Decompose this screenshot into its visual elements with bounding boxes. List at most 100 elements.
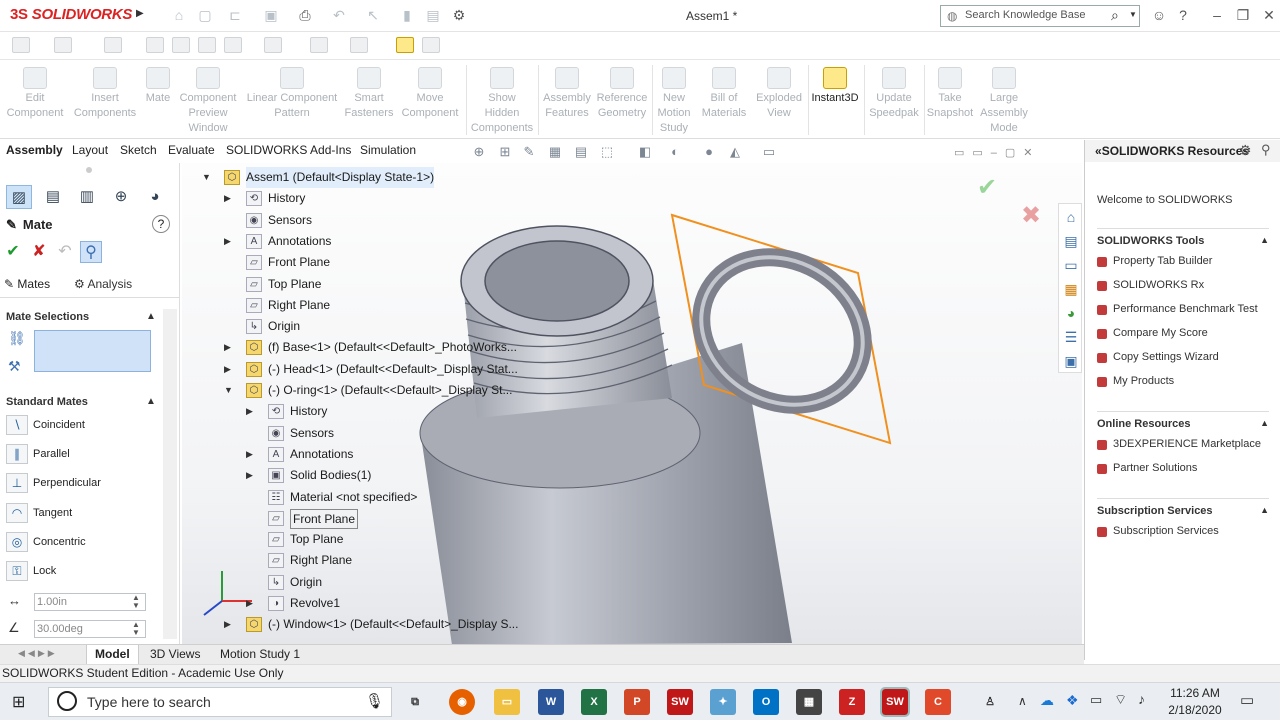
concentric-mate-option[interactable]: ◎ Concentric	[6, 529, 156, 555]
compare-score-link[interactable]: Compare My Score	[1097, 327, 1208, 339]
reference-geometry-button[interactable]: Reference Geometry	[594, 65, 650, 137]
dimxpert-tab-icon[interactable]: ⊕	[108, 185, 134, 209]
partner-solutions-link[interactable]: Partner Solutions	[1097, 462, 1197, 474]
tree-node[interactable]: ▶ ◑ Revolve1	[200, 593, 530, 614]
my-products-link[interactable]: My Products	[1097, 375, 1174, 387]
tree-node[interactable]: ▶ ⟲ History	[200, 188, 530, 209]
collapse-caret-icon[interactable]: ▶	[224, 337, 234, 358]
minimize-window-button[interactable]: –	[1206, 5, 1228, 25]
collapse-caret-icon[interactable]: ▶	[224, 614, 234, 635]
solidworks-active-icon[interactable]: SW	[880, 687, 910, 717]
tree-node[interactable]: ▶ ⬡ (-) Head<1> (Default<<Default>_Display…	[200, 359, 530, 380]
mate-selections-list[interactable]	[34, 330, 151, 372]
file-properties-icon[interactable]: ▤	[424, 7, 442, 24]
expand-caret-icon[interactable]: ▼	[224, 380, 234, 401]
tree-node[interactable]: ☷ Material <not specified>	[200, 487, 530, 508]
tree-node[interactable]: ▱ Right Plane	[200, 295, 530, 316]
outlook-icon[interactable]: O	[753, 689, 779, 715]
pin-icon[interactable]: ⚲	[1261, 142, 1271, 158]
notifications-icon[interactable]: ▭	[1240, 691, 1254, 709]
coincident-mate-option[interactable]: ∖ Coincident	[6, 412, 156, 438]
display-style-icon[interactable]: ◧	[636, 143, 654, 161]
tab-3d-views[interactable]: 3D Views	[142, 645, 208, 664]
file-explorer-icon[interactable]: ▭	[1060, 254, 1082, 276]
tab-model[interactable]: Model	[86, 645, 139, 664]
tab-scroll-arrows-icon[interactable]: ◀◀▶▶	[18, 648, 58, 659]
toolbar-tool-icon[interactable]	[350, 37, 368, 53]
ok-check-icon[interactable]: ✔	[2, 241, 24, 263]
clock[interactable]: 11:26 AM 2/18/2020	[1160, 685, 1230, 719]
tree-node[interactable]: ▱ Front Plane	[200, 252, 530, 273]
collapse-caret-icon[interactable]: ▶	[246, 465, 256, 486]
instant3d-button[interactable]: Instant3D	[808, 65, 862, 137]
tree-node[interactable]: ▶ A Annotations	[200, 444, 530, 465]
collapse-caret-icon[interactable]: ▶	[246, 593, 256, 614]
tree-node[interactable]: ▶ A Annotations	[200, 231, 530, 252]
viewport-window-controls[interactable]: ▭▭–▢✕	[954, 146, 1041, 159]
collapse-caret-icon[interactable]: ▶	[246, 444, 256, 465]
tab-mates[interactable]: ✎ Mates	[4, 273, 64, 295]
move-component-button[interactable]: Move Component	[398, 65, 462, 137]
feature-manager-tab-icon[interactable]: ▨	[6, 185, 32, 209]
take-snapshot-button[interactable]: Take Snapshot	[924, 65, 976, 137]
property-manager-tab-icon[interactable]: ▤	[40, 185, 66, 209]
search-input[interactable]	[965, 9, 1113, 21]
tab-layout[interactable]: Layout	[66, 140, 114, 161]
solidworks-logo[interactable]: 3S SOLIDWORKS	[10, 6, 132, 23]
cancel-x-icon[interactable]: ✘	[28, 241, 50, 263]
app-icon[interactable]: Z	[839, 689, 865, 715]
options-gear-icon[interactable]: ⚙	[450, 7, 468, 24]
distance-spinner-icon[interactable]: ▲ ▼	[132, 594, 140, 610]
previous-view-icon[interactable]: ✎	[520, 143, 538, 161]
collapse-caret-icon[interactable]: ▶	[224, 359, 234, 380]
people-icon[interactable]: ♙	[977, 689, 1003, 715]
dynamic-annotation-icon[interactable]: ▤	[572, 143, 590, 161]
home-icon[interactable]: ⌂	[1060, 206, 1082, 228]
instant3d-toolbar-icon[interactable]	[396, 37, 414, 53]
lock-mate-option[interactable]: ⚿ Lock	[6, 558, 156, 584]
excel-icon[interactable]: X	[581, 689, 607, 715]
subscription-services-link[interactable]: Subscription Services	[1097, 525, 1219, 537]
solidworks-2019-icon[interactable]: SW	[667, 689, 693, 715]
help-icon[interactable]: ?	[1172, 5, 1194, 25]
print-icon[interactable]: ⎙	[296, 7, 314, 24]
tab-analysis[interactable]: ⚙ Analysis	[74, 273, 164, 295]
mate-selections-header[interactable]: Mate Selections ▲	[6, 311, 156, 323]
tree-node[interactable]: ↳ Origin	[200, 316, 530, 337]
confirm-checkmark-icon[interactable]: ✔	[977, 173, 997, 202]
view-palette-icon[interactable]: ▦	[1060, 278, 1082, 300]
windows-start-icon[interactable]: ⊞	[12, 692, 32, 712]
powerpoint-icon[interactable]: P	[624, 689, 650, 715]
parallel-mate-option[interactable]: ∥ Parallel	[6, 441, 156, 467]
tree-node[interactable]: ◉ Sensors	[200, 423, 530, 444]
toolbar-tool-icon[interactable]	[104, 37, 122, 53]
file-explorer-icon[interactable]: ▭	[494, 689, 520, 715]
tree-node[interactable]: ▱ Front Plane	[200, 508, 530, 529]
tree-node[interactable]: ▱ Right Plane	[200, 550, 530, 571]
display-manager-tab-icon[interactable]: ◕	[142, 185, 168, 209]
tree-node[interactable]: ▼ ⬡ Assem1 (Default<Display State-1>)	[200, 167, 530, 188]
tab-assembly[interactable]: Assembly	[0, 140, 69, 161]
copy-settings-wizard-link[interactable]: Copy Settings Wizard	[1097, 351, 1219, 363]
tree-node[interactable]: ↳ Origin	[200, 572, 530, 593]
battery-icon[interactable]: ▭	[1090, 692, 1102, 708]
component-preview-window-button[interactable]: Component Preview Window	[174, 65, 242, 137]
view-settings-icon[interactable]: ▭	[760, 143, 778, 161]
angle-spinner-icon[interactable]: ▲ ▼	[132, 621, 140, 637]
firefox-icon[interactable]: ◉	[449, 689, 475, 715]
apply-scene-icon[interactable]: ◭	[726, 143, 744, 161]
restore-window-button[interactable]: ❐	[1232, 5, 1254, 25]
zoom-to-fit-icon[interactable]: ⊕	[470, 143, 488, 161]
pushpin-icon[interactable]: ⚲	[80, 241, 102, 263]
tools-section-header[interactable]: SOLIDWORKS Tools ▲	[1097, 228, 1269, 247]
toolbar-tool-icon[interactable]	[172, 37, 190, 53]
tree-node[interactable]: ▶ ⬡ (-) Window<1> (Default<<Default>_Displ…	[200, 614, 530, 635]
word-icon[interactable]: W	[538, 689, 564, 715]
toolbar-tool-icon[interactable]	[264, 37, 282, 53]
wifi-icon[interactable]: ⌔	[1114, 691, 1127, 709]
subscription-header[interactable]: Subscription Services ▲	[1097, 498, 1269, 517]
panel-grip[interactable]	[86, 167, 92, 173]
property-tab-builder-link[interactable]: Property Tab Builder	[1097, 255, 1212, 267]
tree-node[interactable]: ◉ Sensors	[200, 210, 530, 231]
distance-input[interactable]: 1.00in	[34, 593, 146, 611]
